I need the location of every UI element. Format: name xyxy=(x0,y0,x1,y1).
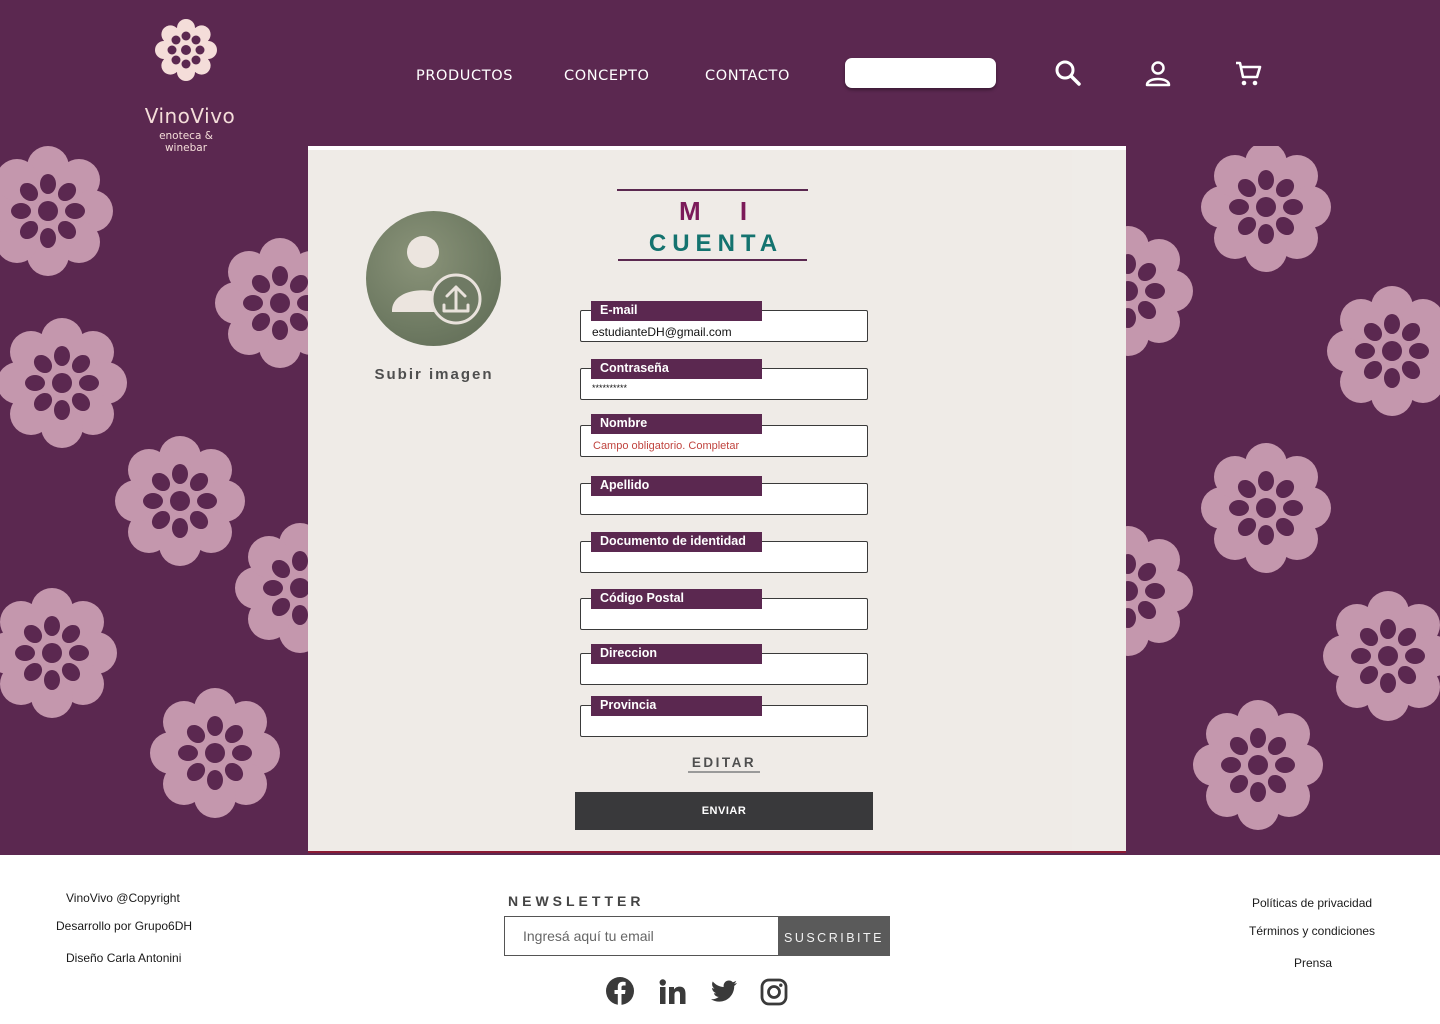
title-rule-bottom xyxy=(618,259,807,261)
account-card: Subir imagen M I CUENTA E-mail Contraseñ… xyxy=(308,146,1126,853)
facebook-icon[interactable] xyxy=(605,976,635,1011)
apellido-field[interactable]: Apellido xyxy=(580,476,868,515)
search-input[interactable] xyxy=(845,58,996,88)
footer-link-privacy[interactable]: Políticas de privacidad xyxy=(1252,896,1372,910)
user-placeholder-icon xyxy=(391,236,482,325)
nav-contacto[interactable]: CONTACTO xyxy=(705,68,790,84)
avatar-upload[interactable] xyxy=(366,211,501,346)
card-edge-overlay xyxy=(1072,150,1126,851)
footer-copyright: VinoVivo @Copyright xyxy=(66,891,180,905)
pattern-flower xyxy=(1323,591,1440,721)
documento-input[interactable] xyxy=(592,554,862,571)
email-field[interactable]: E-mail xyxy=(580,301,868,342)
pattern-flower xyxy=(0,146,113,276)
brand-name: VinoVivo xyxy=(144,104,236,128)
codigo-postal-input[interactable] xyxy=(592,611,862,628)
direccion-field-label: Direccion xyxy=(591,644,762,664)
flower-logo-icon xyxy=(155,19,217,81)
provincia-field[interactable]: Provincia xyxy=(580,696,868,737)
nombre-field[interactable]: Nombre xyxy=(580,414,868,457)
search-icon[interactable] xyxy=(1054,59,1082,92)
nav-concepto[interactable]: CONCEPTO xyxy=(564,68,650,84)
nombre-input[interactable] xyxy=(593,437,863,454)
pattern-flower xyxy=(0,588,117,718)
password-field[interactable]: Contraseña xyxy=(580,359,868,400)
nav-productos[interactable]: PRODUCTOS xyxy=(416,68,513,84)
password-input[interactable] xyxy=(592,379,862,396)
linkedin-icon[interactable] xyxy=(659,979,687,1010)
upload-image-label[interactable]: Subir imagen xyxy=(348,366,520,383)
pattern-flower xyxy=(1201,443,1331,573)
pattern-flower xyxy=(150,688,280,818)
direccion-input[interactable] xyxy=(592,666,862,683)
pattern-flower xyxy=(0,318,127,448)
user-icon[interactable] xyxy=(1145,60,1171,93)
edit-button[interactable]: EDITAR xyxy=(688,755,760,773)
codigo-postal-field-label: Código Postal xyxy=(591,589,762,609)
codigo-postal-field[interactable]: Código Postal xyxy=(580,589,868,630)
newsletter-subscribe-button[interactable]: SUSCRIBITE xyxy=(778,916,890,956)
brand-logo[interactable]: VinoVivo enoteca & winebar xyxy=(140,18,240,154)
nombre-field-label: Nombre xyxy=(591,414,762,434)
brand-tagline: enoteca & winebar xyxy=(159,130,213,154)
email-field-label: E-mail xyxy=(591,301,762,321)
pattern-flower xyxy=(115,436,245,566)
footer-link-press[interactable]: Prensa xyxy=(1294,956,1332,970)
footer-link-terms[interactable]: Términos y condiciones xyxy=(1249,924,1375,938)
pattern-flower xyxy=(1193,700,1323,830)
direccion-field[interactable]: Direccion xyxy=(580,644,868,685)
instagram-icon[interactable] xyxy=(760,978,788,1011)
submit-button[interactable]: ENVIAR xyxy=(575,792,873,830)
newsletter-title: NEWSLETTER xyxy=(508,893,645,909)
apellido-input[interactable] xyxy=(592,496,862,513)
password-field-label: Contraseña xyxy=(591,359,762,379)
pattern-flower xyxy=(1327,286,1440,416)
apellido-field-label: Apellido xyxy=(591,476,762,496)
provincia-input[interactable] xyxy=(592,718,862,735)
page-title-line2: CUENTA xyxy=(648,230,784,257)
provincia-field-label: Provincia xyxy=(591,696,762,716)
site-header: VinoVivo enoteca & winebar PRODUCTOS CON… xyxy=(0,0,1440,154)
email-input[interactable] xyxy=(592,323,862,340)
title-rule-top xyxy=(617,189,808,191)
documento-field-label: Documento de identidad xyxy=(591,532,762,552)
footer-developer-credit: Desarrollo por Grupo6DH xyxy=(56,919,193,933)
twitter-icon[interactable] xyxy=(710,980,738,1009)
site-footer: VinoVivo @Copyright Desarrollo por Grupo… xyxy=(0,855,1440,1024)
page-title-line1: M I xyxy=(678,196,764,226)
footer-design-credit: Diseño Carla Antonini xyxy=(66,951,182,965)
newsletter-email-input[interactable] xyxy=(504,916,779,956)
pattern-flower xyxy=(1201,146,1331,272)
cart-icon[interactable] xyxy=(1234,59,1262,92)
documento-field[interactable]: Documento de identidad xyxy=(580,532,868,573)
